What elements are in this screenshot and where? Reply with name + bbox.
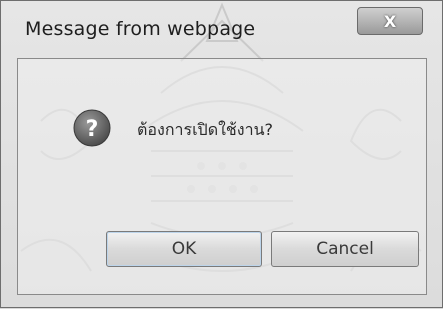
question-icon: ? <box>73 109 111 147</box>
close-button[interactable]: X <box>357 7 423 35</box>
title-bar[interactable]: Message from webpage X <box>1 1 442 57</box>
dialog-message: ต้องการเปิดใช้งาน? <box>137 120 273 139</box>
window-title: Message from webpage <box>25 18 256 40</box>
svg-text:?: ? <box>86 117 99 142</box>
message-dialog: Message from webpage X ? ต้องการเปิดใช้ง… <box>0 0 443 308</box>
close-icon: X <box>383 11 397 31</box>
ok-button[interactable]: OK <box>106 231 262 267</box>
cancel-button[interactable]: Cancel <box>271 231 419 267</box>
